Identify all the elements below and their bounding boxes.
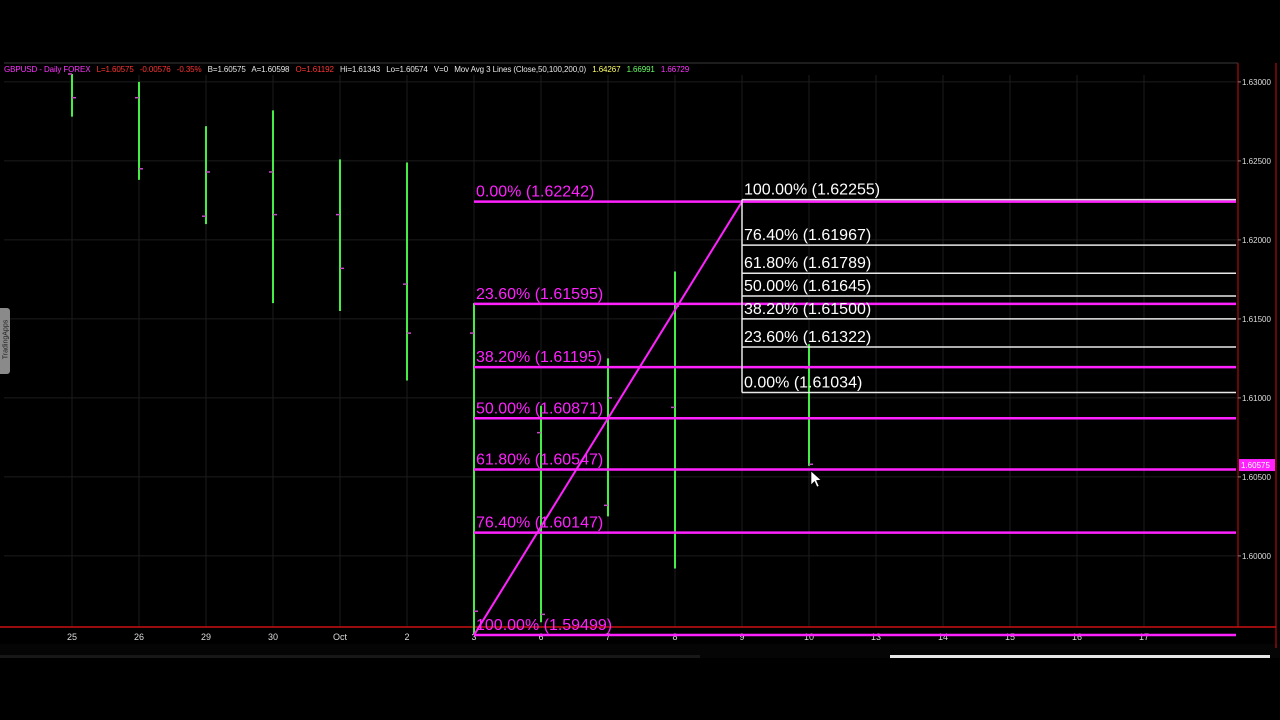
current-price-label: 1.60575 [1241, 461, 1270, 470]
fib-extension-level-label: 76.40% (1.61967) [744, 227, 871, 244]
volume-value: V=0 [433, 65, 449, 74]
ma-100-value: 1.66991 [626, 65, 655, 74]
fib-extension-level-label: 38.20% (1.61500) [744, 301, 871, 318]
chart-info-bar: GBPUSD - Daily FOREX L=1.60575 -0.00576 … [4, 64, 693, 76]
fib-retracement-level-label: 76.40% (1.60147) [476, 515, 603, 532]
high-price: Hi=1.61343 [339, 65, 381, 74]
fib-retracement-level-label: 100.00% (1.59499) [476, 617, 612, 634]
price-chart[interactable]: 25 26 29 30 Oct 2 3 6 7 8 9 10 13 14 15 16 171.630001.62… [0, 0, 1280, 720]
x-tick-label: 13 [871, 632, 881, 642]
x-tick-label: 10 [804, 632, 814, 642]
ma-200-value: 1.66729 [660, 65, 690, 74]
x-tick-label: 17 [1139, 632, 1149, 642]
x-tick-label: 25 [67, 632, 77, 642]
fib-retracement-level-label: 38.20% (1.61195) [476, 349, 602, 366]
cursor [810, 470, 822, 488]
y-tick-label: 1.60000 [1242, 552, 1271, 561]
fib-extension-level-label: 100.00% (1.62255) [744, 182, 880, 199]
ma-50-value: 1.64267 [592, 65, 621, 74]
x-tick-label: 30 [268, 632, 278, 642]
x-tick-label: 14 [938, 632, 948, 642]
moving-average-label[interactable]: Mov Avg 3 Lines (Close,50,100,200,0) [454, 65, 586, 74]
low-price: Lo=1.60574 [386, 65, 428, 74]
grid [4, 75, 1238, 627]
mouse-pointer-icon [810, 470, 822, 488]
fib-extension-level-label: 0.00% (1.61034) [744, 375, 862, 392]
fib-extension-level-label: 50.00% (1.61645) [744, 278, 871, 295]
y-tick-label: 1.62000 [1242, 236, 1271, 245]
ask-price: A=1.60598 [251, 65, 290, 74]
fib-retracement-level-label: 61.80% (1.60547) [476, 451, 603, 468]
y-tick-label: 1.63000 [1242, 78, 1271, 87]
symbol-label[interactable]: GBPUSD - Daily FOREX [4, 65, 91, 74]
last-price: L=1.60575 [96, 65, 134, 74]
scrollbar-track[interactable] [0, 655, 700, 658]
price-bars [68, 73, 813, 635]
fib-extension-level-label: 61.80% (1.61789) [744, 255, 871, 272]
change-percent: -0.35% [176, 65, 202, 74]
axes: 25 26 29 30 Oct 2 3 6 7 8 9 10 13 14 15 16 171.630001.62… [0, 62, 1277, 648]
y-tick-label: 1.61000 [1242, 394, 1271, 403]
open-price: O=1.61192 [295, 65, 334, 74]
x-tick-label: 16 [1072, 632, 1082, 642]
scrollbar-thumb[interactable] [890, 655, 1270, 658]
x-tick-label: Oct [333, 632, 348, 642]
fib-retracement-level-label: 50.00% (1.60871) [476, 400, 603, 417]
side-panel-tab-label: TradingApps [2, 319, 10, 360]
change-value: -0.00576 [139, 65, 171, 74]
x-tick-label: 29 [201, 632, 211, 642]
x-tick-label: 9 [739, 632, 744, 642]
x-tick-label: 15 [1005, 632, 1015, 642]
x-tick-label: 2 [404, 632, 409, 642]
y-tick-label: 1.62500 [1242, 157, 1271, 166]
x-tick-label: 8 [672, 632, 677, 642]
fib-retracement-level-label: 0.00% (1.62242) [476, 184, 594, 201]
side-panel-tab[interactable]: TradingApps [0, 308, 10, 374]
y-tick-label: 1.61500 [1242, 315, 1271, 324]
x-tick-label: 26 [134, 632, 144, 642]
fibonacci-tools[interactable]: 0.00% (1.62242) 23.60% (1.61595) 38.20% (1… [473, 182, 1236, 637]
bid-price: B=1.60575 [207, 65, 246, 74]
y-tick-label: 1.60500 [1242, 473, 1271, 482]
fib-extension-level-label: 23.60% (1.61322) [744, 329, 871, 346]
fib-retracement-level-label: 23.60% (1.61595) [476, 286, 603, 303]
